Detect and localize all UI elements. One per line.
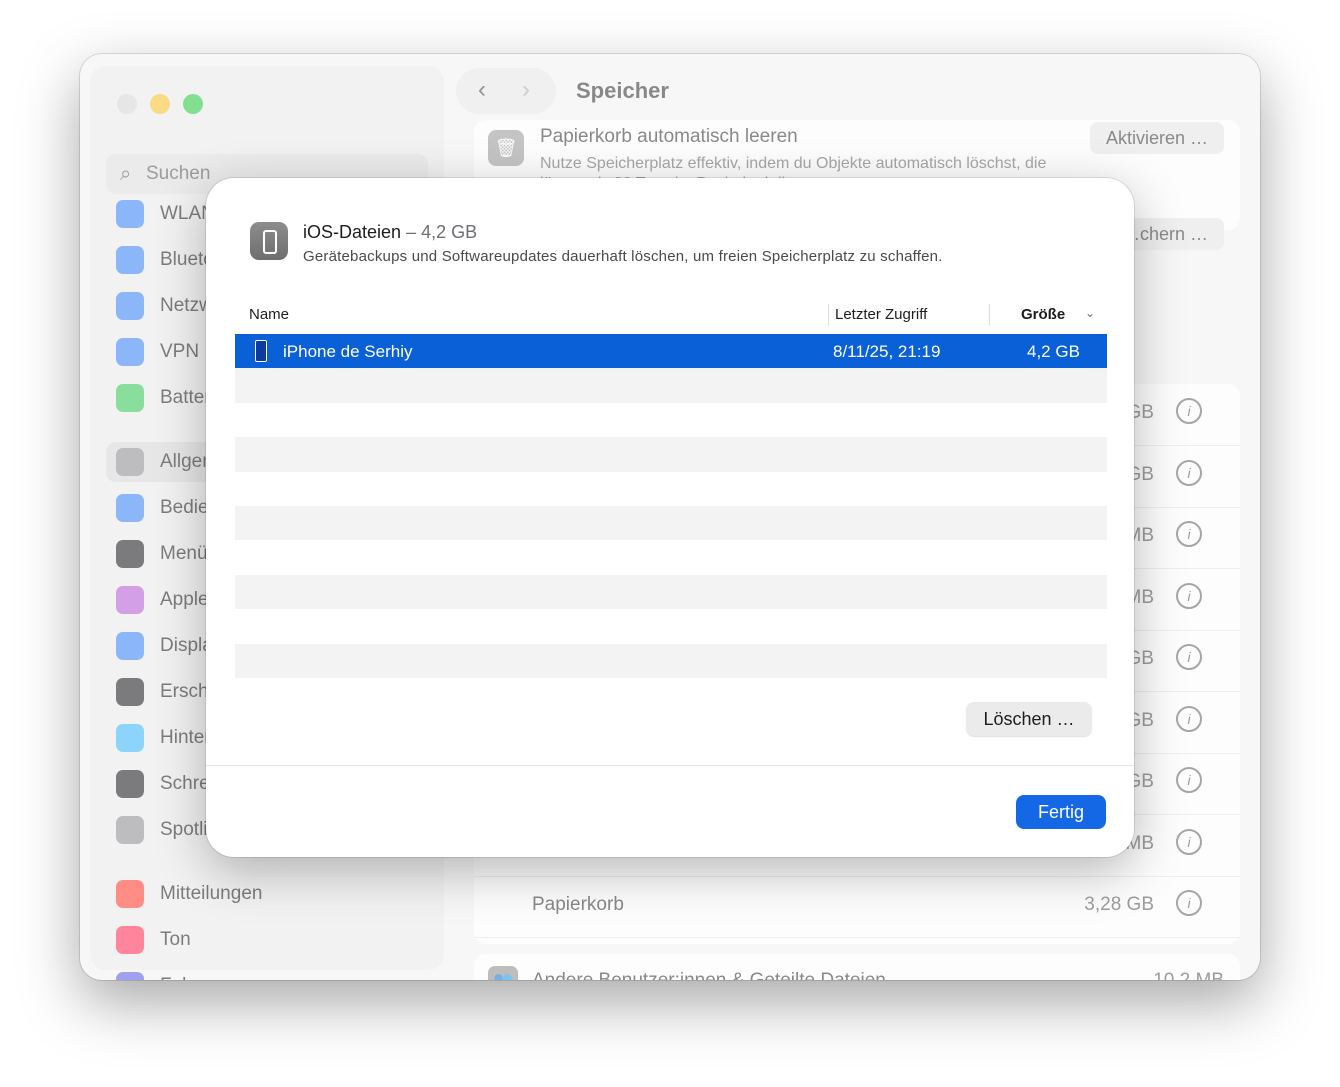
iphone-icon bbox=[250, 222, 288, 260]
iphone-icon bbox=[255, 340, 267, 362]
table-row-empty bbox=[235, 437, 1107, 472]
backup-name: iPhone de Serhiy bbox=[283, 342, 413, 361]
column-header-name[interactable]: Name bbox=[249, 306, 289, 323]
table-row-empty bbox=[235, 472, 1107, 506]
backups-table: Name Letzter Zugriff Größe ⌄ iPhone de S… bbox=[235, 298, 1107, 678]
dialog-divider bbox=[206, 765, 1134, 766]
dialog-title: iOS-Dateien – 4,2 GB bbox=[303, 222, 477, 243]
dialog-title-size: 4,2 GB bbox=[421, 222, 478, 242]
dialog-title-separator: – bbox=[406, 222, 417, 242]
delete-button[interactable]: Löschen … bbox=[966, 702, 1092, 736]
dialog-subtitle: Gerätebackups und Softwareupdates dauerh… bbox=[303, 248, 943, 265]
table-row-empty bbox=[235, 540, 1107, 574]
done-button[interactable]: Fertig bbox=[1016, 795, 1106, 829]
table-header: Name Letzter Zugriff Größe ⌄ bbox=[235, 298, 1107, 334]
ios-files-dialog: iOS-Dateien – 4,2 GB Gerätebackups und S… bbox=[206, 178, 1134, 857]
table-row-empty bbox=[235, 574, 1107, 610]
table-row-empty bbox=[235, 403, 1107, 437]
backup-last-access: 8/11/25, 21:19 bbox=[833, 342, 941, 361]
table-row-empty bbox=[235, 368, 1107, 403]
column-divider[interactable] bbox=[828, 304, 829, 326]
dialog-title-text: iOS-Dateien bbox=[303, 222, 402, 242]
backup-size: 4,2 GB bbox=[1027, 342, 1080, 361]
table-body: iPhone de Serhiy 8/11/25, 21:19 4,2 GB bbox=[235, 334, 1107, 678]
column-header-size[interactable]: Größe bbox=[1021, 306, 1065, 323]
column-header-last-access[interactable]: Letzter Zugriff bbox=[835, 306, 927, 323]
table-row[interactable]: iPhone de Serhiy 8/11/25, 21:19 4,2 GB bbox=[235, 334, 1107, 369]
table-row-empty bbox=[235, 609, 1107, 643]
table-row-empty bbox=[235, 505, 1107, 541]
column-divider[interactable] bbox=[989, 304, 990, 326]
chevron-down-icon[interactable]: ⌄ bbox=[1085, 306, 1095, 320]
table-row-empty bbox=[235, 643, 1107, 678]
